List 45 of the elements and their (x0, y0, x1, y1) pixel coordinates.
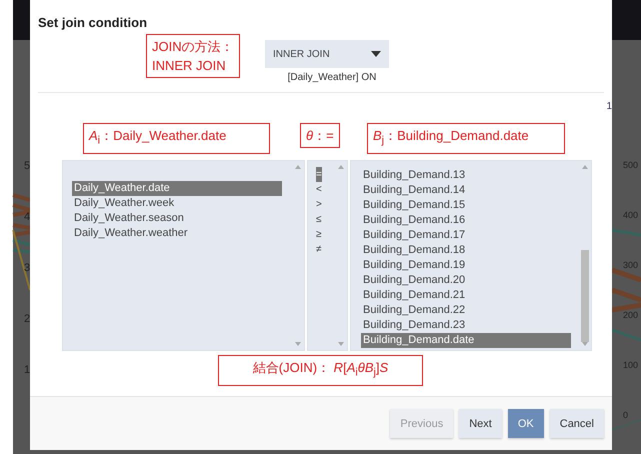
annotation-label: θ：= (300, 123, 340, 148)
operator-list[interactable]: = < > ≤ ≥ ≠ (307, 160, 348, 351)
operator-item[interactable]: = (316, 167, 322, 182)
dialog-title: Set join condition (38, 15, 148, 30)
list-item[interactable]: Building_Demand.20 (361, 273, 571, 288)
annotation-label: JOINの方法： INNER JOIN (146, 34, 240, 78)
annotation-label: B$_{j}$：Building_Demand.date (367, 123, 565, 154)
operator-item[interactable]: > (316, 197, 322, 212)
list-item[interactable]: Daily_Weather.week (72, 196, 282, 211)
join-type-dropdown[interactable]: INNER JOIN (265, 40, 389, 68)
list-item[interactable]: Building_Demand.14 (361, 183, 571, 198)
caret-icon (371, 51, 381, 57)
operator-item[interactable]: ≠ (316, 242, 322, 257)
left-column-list[interactable]: Daily_Weather.date Daily_Weather.week Daily_Weather.season Daily_Weather.weather (62, 160, 305, 351)
scroll-down-arrow-icon[interactable] (338, 342, 344, 346)
scroll-up-arrow-icon[interactable] (338, 165, 344, 169)
dialog-button[interactable]: Cancel (550, 409, 604, 438)
scroll-down-arrow-icon[interactable] (295, 342, 301, 346)
list-item[interactable]: Building_Demand.17 (361, 228, 571, 243)
list-item[interactable]: Building_Demand.21 (361, 288, 571, 303)
right-column-list[interactable] (350, 160, 592, 351)
list-item[interactable]: Building_Demand.23 (361, 318, 571, 333)
operator-item[interactable]: < (316, 182, 322, 197)
scroll-up-arrow-icon[interactable] (582, 165, 588, 169)
scroll-up-arrow-icon[interactable] (295, 165, 301, 169)
join-on-label: [Daily_Weather] ON (288, 72, 376, 83)
list-item[interactable]: Building_Demand.22 (361, 303, 571, 318)
list-item[interactable]: Building_Demand.18 (361, 243, 571, 258)
list-item[interactable]: Daily_Weather.weather (72, 226, 282, 241)
annotation-label: A$_{i}$：Daily_Weather.date (83, 123, 270, 154)
list-item[interactable]: Building_Demand.16 (361, 213, 571, 228)
annotation-label: 結合(JOIN)： R[A$_{i}$θB$_{j}$]S (218, 355, 423, 386)
dialog-button[interactable]: Next (459, 409, 502, 438)
axis-tick-label: 3 (24, 262, 30, 274)
list-item[interactable]: Building_Demand.date (361, 333, 571, 348)
operator-item[interactable]: ≥ (316, 227, 322, 242)
list-item[interactable]: Daily_Weather.season (72, 211, 282, 226)
list-item[interactable]: Building_Demand.13 (361, 168, 571, 183)
axis-tick-label: 4 (24, 211, 30, 223)
list-item[interactable]: Daily_Weather.date (72, 181, 282, 196)
scroll-down-arrow-icon[interactable] (582, 342, 588, 346)
operator-item[interactable]: ≤ (316, 212, 322, 227)
list-item[interactable]: Building_Demand.15 (361, 198, 571, 213)
list-item[interactable]: Building_Demand.19 (361, 258, 571, 273)
page-number: 1 (606, 101, 612, 112)
